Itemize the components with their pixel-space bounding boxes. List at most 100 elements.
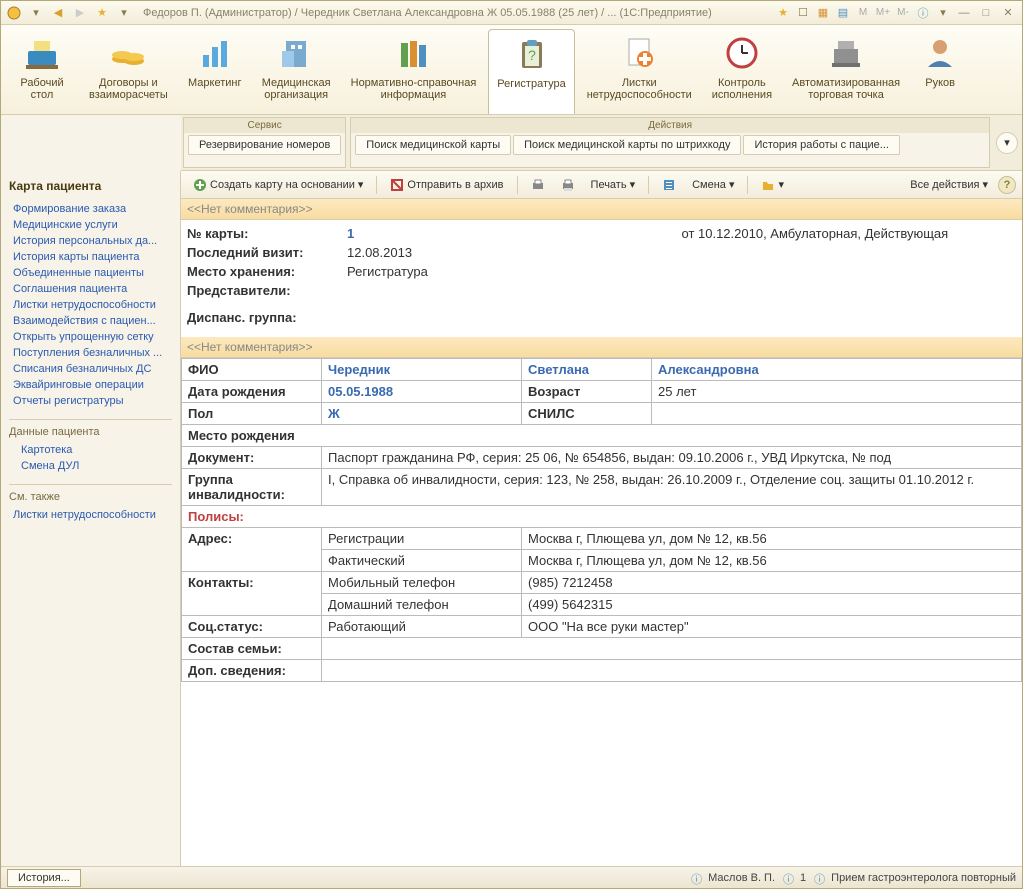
subribbon-more-icon[interactable]: ▾ xyxy=(996,132,1018,154)
folder-button[interactable]: ▾ xyxy=(755,176,790,194)
nav-back-icon[interactable]: ◀ xyxy=(49,4,67,22)
ribbon-medorg[interactable]: Медицинская организация xyxy=(254,29,339,114)
name-value: Светлана xyxy=(522,359,652,381)
addr-fact-type: Фактический xyxy=(322,550,522,572)
card-no-label: № карты: xyxy=(187,226,347,241)
dropdown2-icon[interactable]: ▾ xyxy=(115,4,133,22)
sidebar-link[interactable]: Эквайринговые операции xyxy=(9,377,172,393)
addr-reg-value: Москва г, Плющева ул, дом № 12, кв.56 xyxy=(522,528,1022,550)
sidebar-link[interactable]: Листки нетрудоспособности xyxy=(9,507,172,523)
ribbon-reference[interactable]: Нормативно-справочная информация xyxy=(343,29,485,114)
disability-label: Группа инвалидности: xyxy=(182,469,322,506)
sidebar-link[interactable]: Соглашения пациента xyxy=(9,281,172,297)
sidebar-link[interactable]: История персональных да... xyxy=(9,233,172,249)
address-label: Адрес: xyxy=(182,528,322,572)
desktop-icon xyxy=(22,33,62,73)
help-icon[interactable]: ? xyxy=(998,176,1016,194)
sidebar-link[interactable]: Картотека xyxy=(9,442,172,458)
ribbon-control[interactable]: Контроль исполнения xyxy=(704,29,780,114)
search-barcode-button[interactable]: Поиск медицинской карты по штрихкоду xyxy=(513,135,741,155)
doc-value: Паспорт гражданина РФ, серия: 25 06, № 6… xyxy=(322,447,1022,469)
list-icon xyxy=(662,178,676,192)
all-actions-button[interactable]: Все действия ▾ xyxy=(904,176,994,193)
status-count[interactable]: ⓘ 1 xyxy=(783,871,806,885)
nav-fwd-icon[interactable]: ▶ xyxy=(71,4,89,22)
doc-label: Документ: xyxy=(182,447,322,469)
patient-history-button[interactable]: История работы с пацие... xyxy=(743,135,900,155)
printer-button[interactable] xyxy=(525,176,551,194)
no-comment-bar-2: <<Нет комментария>> xyxy=(181,337,1022,358)
ribbon-label: Листки нетрудоспособности xyxy=(587,77,692,101)
ribbon-desktop[interactable]: Рабочий стол xyxy=(7,29,77,114)
m-minus-btn[interactable]: M- xyxy=(894,4,912,22)
star-icon[interactable]: ★ xyxy=(93,4,111,22)
status-user[interactable]: ⓘ Маслов В. П. xyxy=(691,871,775,885)
ribbon-sicklists[interactable]: Листки нетрудоспособности xyxy=(579,29,700,114)
ribbon-pos[interactable]: Автоматизированная торговая точка xyxy=(784,29,908,114)
social-value: ООО "На все руки мастер" xyxy=(522,616,1022,638)
app-icon[interactable] xyxy=(5,4,23,22)
ribbon-management[interactable]: Руков xyxy=(912,29,968,114)
calendar-icon[interactable]: ▤ xyxy=(834,4,852,22)
svg-text:?: ? xyxy=(528,47,536,63)
content-toolbar: Создать карту на основании ▾ Отправить в… xyxy=(181,171,1022,199)
shift-button[interactable]: Смена ▾ xyxy=(686,176,740,193)
history-button[interactable]: История... xyxy=(7,869,81,887)
create-icon xyxy=(193,178,207,192)
maximize-button[interactable]: □ xyxy=(976,5,996,21)
archive-button[interactable]: Отправить в архив xyxy=(384,176,509,194)
ribbon-label: Руков xyxy=(925,77,955,89)
sidebar-link[interactable]: Смена ДУЛ xyxy=(9,458,172,474)
sidebar-link[interactable]: История карты пациента xyxy=(9,249,172,265)
m-plus-btn[interactable]: M+ xyxy=(874,4,892,22)
fav-icon[interactable]: ★ xyxy=(774,4,792,22)
sidebar: Карта пациента Формирование заказа Медиц… xyxy=(1,171,181,866)
extra-label: Доп. сведения: xyxy=(182,660,322,682)
info-dropdown-icon[interactable]: ▾ xyxy=(934,4,952,22)
reserve-numbers-button[interactable]: Резервирование номеров xyxy=(188,135,341,155)
bookmark-icon[interactable]: ☐ xyxy=(794,4,812,22)
group-actions: Действия Поиск медицинской карты Поиск м… xyxy=(350,117,990,168)
social-type: Работающий xyxy=(322,616,522,638)
sidebar-link[interactable]: Взаимодействия с пациен... xyxy=(9,313,172,329)
ribbon-label: Регистратура xyxy=(497,78,565,90)
ribbon-marketing[interactable]: Маркетинг xyxy=(180,29,250,114)
snils-label: СНИЛС xyxy=(522,403,652,425)
print-dropdown-button[interactable]: Печать ▾ xyxy=(585,176,642,193)
calc-icon[interactable]: ▦ xyxy=(814,4,832,22)
sidebar-link[interactable]: Медицинские услуги xyxy=(9,217,172,233)
sidebar-link[interactable]: Объединенные пациенты xyxy=(9,265,172,281)
contacts-label: Контакты: xyxy=(182,572,322,616)
list-button[interactable] xyxy=(656,176,682,194)
minimize-button[interactable]: — xyxy=(954,5,974,21)
m-btn[interactable]: M xyxy=(854,4,872,22)
create-card-button[interactable]: Создать карту на основании ▾ xyxy=(187,176,369,194)
sidebar-link[interactable]: Поступления безналичных ... xyxy=(9,345,172,361)
search-card-button[interactable]: Поиск медицинской карты xyxy=(355,135,511,155)
patient-table: ФИО Чередник Светлана Александровна Дата… xyxy=(181,358,1022,682)
card-no-value: 1 xyxy=(347,226,682,241)
chevron-down-icon: ▾ xyxy=(358,178,364,191)
info-icon[interactable]: ⓘ xyxy=(914,4,932,22)
mobile-value: (985) 7212458 xyxy=(522,572,1022,594)
sidebar-link[interactable]: Листки нетрудоспособности xyxy=(9,297,172,313)
close-button[interactable]: ✕ xyxy=(998,5,1018,21)
sidebar-link[interactable]: Списания безналичных ДС xyxy=(9,361,172,377)
sidebar-link[interactable]: Отчеты регистратуры xyxy=(9,393,172,409)
chevron-down-icon: ▾ xyxy=(729,178,735,191)
chevron-down-icon: ▾ xyxy=(982,178,988,191)
snils-value xyxy=(652,403,1022,425)
print-all-button[interactable] xyxy=(555,176,581,194)
no-comment-bar: <<Нет комментария>> xyxy=(181,199,1022,220)
sidebar-link[interactable]: Открыть упрощенную сетку xyxy=(9,329,172,345)
dropdown-icon[interactable]: ▾ xyxy=(27,4,45,22)
titlebar: ▾ ◀ ▶ ★ ▾ Федоров П. (Администратор) / Ч… xyxy=(1,1,1022,25)
status-appointment[interactable]: ⓘ Прием гастроэнтеролога повторный xyxy=(814,871,1016,885)
group-title: Действия xyxy=(351,118,989,133)
ribbon-registry[interactable]: ? Регистратура xyxy=(488,29,574,114)
content: Создать карту на основании ▾ Отправить в… xyxy=(181,171,1022,866)
ribbon-contracts[interactable]: Договоры и взаиморасчеты xyxy=(81,29,176,114)
sidebar-link[interactable]: Формирование заказа xyxy=(9,201,172,217)
card-info-value: от 10.12.2010, Амбулаторная, Действующая xyxy=(682,226,1017,241)
statusbar: История... ⓘ Маслов В. П. ⓘ 1 ⓘ Прием га… xyxy=(1,866,1022,888)
